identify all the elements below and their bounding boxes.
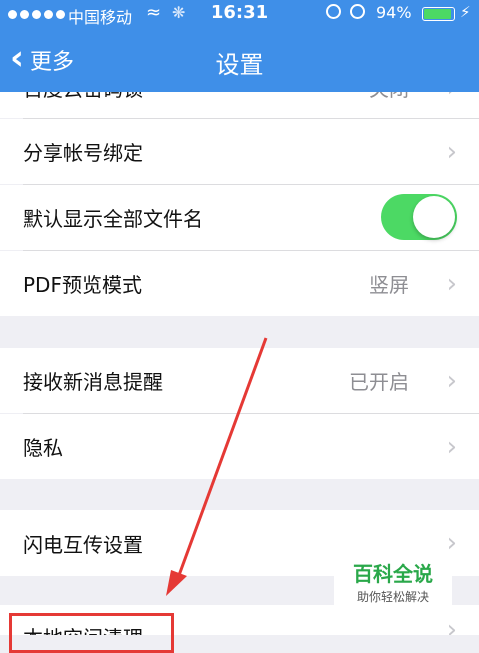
watermark-subtitle: 助你轻松解决 — [356, 590, 429, 604]
chevron-right-icon: › — [446, 615, 457, 635]
settings-row-pdf-preview[interactable]: PDF预览模式 竖屏 › — [0, 251, 479, 316]
row-label: 百度云密码锁 — [23, 92, 143, 118]
row-label: 分享帐号绑定 — [23, 141, 143, 165]
settings-row-share-account[interactable]: 分享帐号绑定 › — [0, 119, 479, 184]
chevron-right-icon: › — [446, 268, 457, 299]
chevron-right-icon: › — [446, 365, 457, 396]
battery-percentage: 94% — [376, 3, 412, 22]
row-label: 默认显示全部文件名 — [23, 207, 203, 231]
chevron-right-icon: › — [447, 92, 457, 118]
row-value: 已开启 — [349, 370, 409, 394]
rotation-lock-icon — [326, 4, 341, 19]
settings-row-show-filenames: 默认显示全部文件名 — [0, 185, 479, 250]
row-label: 接收新消息提醒 — [23, 370, 163, 394]
row-label: 闪电互传设置 — [23, 532, 143, 557]
settings-row-notifications[interactable]: 接收新消息提醒 已开启 › — [0, 348, 479, 413]
show-filenames-toggle[interactable] — [381, 194, 457, 240]
battery-icon — [422, 7, 455, 21]
navigation-bar: ‹ 更多 设置 — [0, 28, 479, 92]
alarm-icon — [350, 4, 365, 19]
row-value: 竖屏 — [369, 273, 409, 297]
toggle-knob — [413, 196, 455, 238]
annotation-highlight-box — [9, 613, 174, 653]
row-label: 隐私 — [23, 436, 63, 460]
settings-list: 百度云密码锁 关闭 › 分享帐号绑定 › 默认显示全部文件名 PDF预览模式 竖… — [0, 92, 479, 635]
settings-row-privacy[interactable]: 隐私 › — [0, 414, 479, 479]
chevron-right-icon: › — [446, 136, 457, 167]
settings-row-password-lock[interactable]: 百度云密码锁 关闭 › — [0, 92, 479, 118]
status-bar: 中国移动 ≈ ❋ 16:31 94% ⚡ — [0, 0, 479, 28]
watermark-title: 百科全说 — [353, 562, 433, 586]
battery-fill — [424, 9, 452, 19]
charging-icon: ⚡ — [460, 3, 471, 21]
row-label: PDF预览模式 — [23, 273, 142, 297]
watermark-logo: 百科全说 助你轻松解决 — [334, 558, 452, 608]
row-value: 关闭 — [369, 92, 409, 118]
page-title: 设置 — [215, 51, 264, 79]
chevron-right-icon: › — [446, 431, 457, 462]
